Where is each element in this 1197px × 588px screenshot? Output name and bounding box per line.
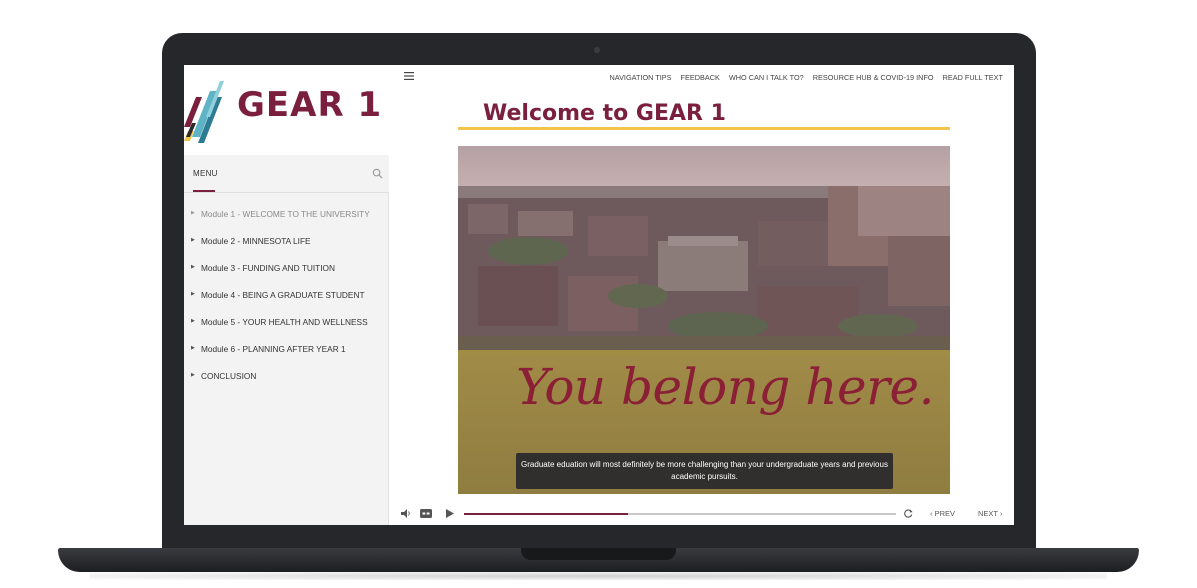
replay-icon[interactable] xyxy=(904,509,913,518)
nav-navigation-tips[interactable]: NAVIGATION TIPS xyxy=(609,73,671,82)
progress-fill xyxy=(464,513,629,515)
menu-item-label: Module 2 - MINNESOTA LIFE xyxy=(201,236,311,246)
nav-read-full-text[interactable]: READ FULL TEXT xyxy=(943,73,1003,82)
nav-feedback[interactable]: FEEDBACK xyxy=(681,73,720,82)
top-navigation: NAVIGATION TIPS FEEDBACK WHO CAN I TALK … xyxy=(609,73,1003,82)
page-title-prefix: Welcome to xyxy=(483,101,636,126)
menu-item-module-5[interactable]: ▶ Module 5 - YOUR HEALTH AND WELLNESS xyxy=(184,316,389,343)
laptop-shadow xyxy=(90,572,1107,580)
menu-header: MENU xyxy=(184,155,389,193)
menu-item-label: Module 4 - BEING A GRADUATE STUDENT xyxy=(201,290,365,300)
title-divider xyxy=(458,127,950,130)
chevron-right-icon: › xyxy=(999,509,1003,518)
menu-item-module-1[interactable]: ▶ Module 1 - WELCOME TO THE UNIVERSITY xyxy=(184,208,389,235)
menu-item-module-4[interactable]: ▶ Module 4 - BEING A GRADUATE STUDENT xyxy=(184,289,389,316)
menu-item-label: Module 5 - YOUR HEALTH AND WELLNESS xyxy=(201,317,368,327)
progress-bar[interactable] xyxy=(464,513,896,515)
caret-right-icon: ▶ xyxy=(191,291,195,297)
caret-right-icon: ▶ xyxy=(191,264,195,270)
menu-tab-underline xyxy=(193,190,215,192)
menu-item-module-3[interactable]: ▶ Module 3 - FUNDING AND TUITION xyxy=(184,262,389,289)
player-controls: ‹ PREV NEXT › xyxy=(390,503,1014,525)
menu-item-conclusion[interactable]: ▶ CONCLUSION xyxy=(184,370,389,397)
nav-resource-hub[interactable]: RESOURCE HUB & COVID-19 INFO xyxy=(813,73,934,82)
page-title-brand: GEAR 1 xyxy=(635,101,726,126)
caret-right-icon: ▶ xyxy=(191,372,195,378)
next-label: NEXT xyxy=(978,509,998,518)
module-menu: ▶ Module 1 - WELCOME TO THE UNIVERSITY ▶… xyxy=(184,208,389,397)
logo-text: GEAR 1 xyxy=(237,85,383,125)
menu-item-label: CONCLUSION xyxy=(201,371,257,381)
video-player[interactable]: You belong here. Graduate eduation will … xyxy=(458,146,950,494)
laptop-notch xyxy=(521,548,676,560)
hamburger-icon[interactable] xyxy=(404,72,414,80)
app-screen: GEAR 1 MENU ▶ Module 1 - WELCOME TO THE … xyxy=(184,65,1014,525)
page-title: Welcome to GEAR 1 xyxy=(483,101,726,126)
search-icon[interactable] xyxy=(372,168,383,179)
webcam xyxy=(594,47,600,53)
prev-button[interactable]: ‹ PREV xyxy=(930,509,955,518)
menu-tab[interactable]: MENU xyxy=(193,169,218,178)
sidebar: GEAR 1 MENU ▶ Module 1 - WELCOME TO THE … xyxy=(184,65,389,525)
play-icon[interactable] xyxy=(446,509,454,518)
nav-who-can-i-talk-to[interactable]: WHO CAN I TALK TO? xyxy=(729,73,804,82)
chevron-left-icon: ‹ xyxy=(930,509,933,518)
caret-right-icon: ▶ xyxy=(191,318,195,324)
caret-right-icon: ▶ xyxy=(191,345,195,351)
next-button[interactable]: NEXT › xyxy=(978,509,1002,518)
volume-icon[interactable] xyxy=(401,509,411,518)
main-content: NAVIGATION TIPS FEEDBACK WHO CAN I TALK … xyxy=(390,65,1014,525)
caret-right-icon: ▶ xyxy=(191,237,195,243)
video-caption: Graduate eduation will most definitely b… xyxy=(516,453,893,489)
campus-aerial-image xyxy=(458,186,950,356)
gear1-logo-mark xyxy=(184,81,224,143)
logo-area: GEAR 1 xyxy=(184,65,389,155)
video-sky xyxy=(458,146,950,191)
menu-item-label: Module 6 - PLANNING AFTER YEAR 1 xyxy=(201,344,346,354)
prev-label: PREV xyxy=(934,509,956,518)
menu-item-label: Module 1 - WELCOME TO THE UNIVERSITY xyxy=(201,209,370,219)
caret-right-icon: ▶ xyxy=(191,210,195,216)
menu-item-label: Module 3 - FUNDING AND TUITION xyxy=(201,263,336,273)
menu-item-module-6[interactable]: ▶ Module 6 - PLANNING AFTER YEAR 1 xyxy=(184,343,389,370)
menu-item-module-2[interactable]: ▶ Module 2 - MINNESOTA LIFE xyxy=(184,235,389,262)
video-overlay-text: You belong here. xyxy=(516,358,934,416)
closed-caption-icon[interactable] xyxy=(420,509,432,518)
